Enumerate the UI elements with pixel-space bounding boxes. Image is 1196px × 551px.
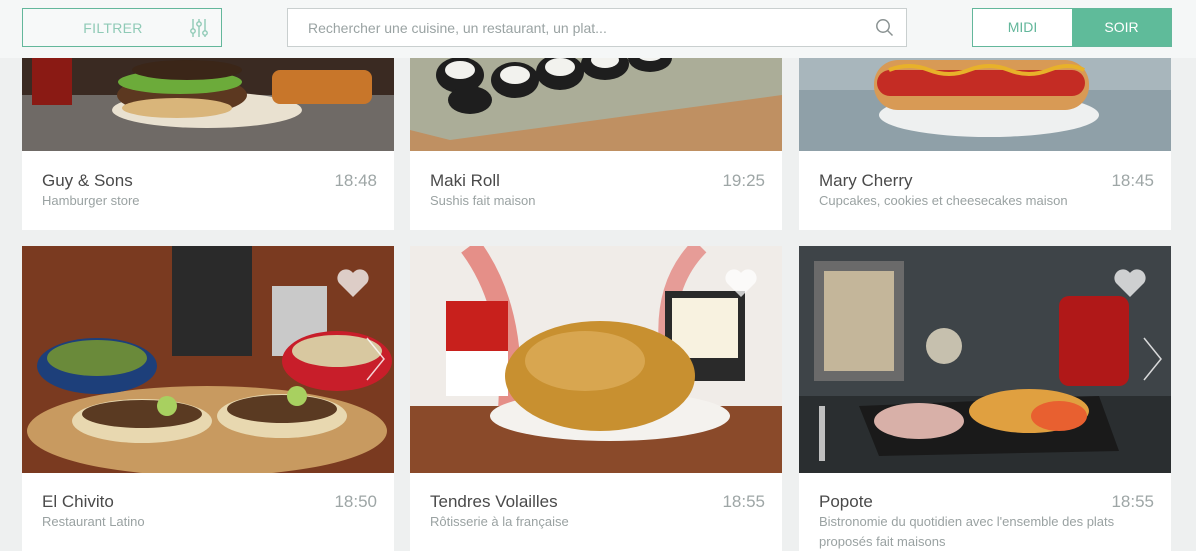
- delivery-time: 18:50: [334, 492, 377, 511]
- restaurant-card[interactable]: Popote 18:55 Bistronomie du quotidien av…: [799, 246, 1171, 551]
- chevron-right-icon[interactable]: [1141, 336, 1163, 382]
- filter-button[interactable]: FILTRER: [22, 8, 222, 47]
- soir-option[interactable]: SOIR: [1072, 9, 1171, 46]
- restaurant-name: Popote: [819, 492, 873, 511]
- heart-icon[interactable]: [336, 268, 370, 298]
- search-input[interactable]: [288, 9, 868, 46]
- chevron-right-icon[interactable]: [364, 336, 386, 382]
- restaurant-card[interactable]: El Chivito 18:50 Restaurant Latino: [22, 246, 394, 551]
- restaurant-name: Maki Roll: [430, 171, 500, 190]
- top-bar: FILTRER MIDI SOIR: [0, 0, 1196, 58]
- delivery-time: 18:55: [722, 492, 765, 511]
- restaurant-description: Cupcakes, cookies et cheesecakes maison: [819, 193, 1068, 208]
- restaurant-description: Restaurant Latino: [42, 514, 145, 529]
- restaurant-description: Bistronomie du quotidien avec l'ensemble…: [819, 514, 1115, 549]
- midi-option[interactable]: MIDI: [973, 9, 1072, 46]
- delivery-time: 18:55: [1111, 492, 1154, 511]
- filter-label: FILTRER: [83, 20, 143, 36]
- delivery-time: 18:45: [1111, 171, 1154, 190]
- restaurant-description: Hamburger store: [42, 193, 140, 208]
- restaurant-name: El Chivito: [42, 492, 114, 511]
- restaurant-description: Rôtisserie à la française: [430, 514, 569, 529]
- search-box: [287, 8, 907, 47]
- heart-icon[interactable]: [1113, 268, 1147, 298]
- sliders-icon: [190, 19, 208, 37]
- delivery-time: 18:48: [334, 171, 377, 190]
- restaurant-card[interactable]: Tendres Volailles 18:55 Rôtisserie à la …: [410, 246, 782, 551]
- restaurant-name: Mary Cherry: [819, 171, 913, 190]
- service-toggle: MIDI SOIR: [972, 8, 1172, 47]
- restaurant-name: Guy & Sons: [42, 171, 133, 190]
- restaurant-description: Sushis fait maison: [430, 193, 536, 208]
- delivery-time: 19:25: [722, 171, 765, 190]
- restaurant-name: Tendres Volailles: [430, 492, 558, 511]
- heart-icon[interactable]: [724, 268, 758, 298]
- search-icon[interactable]: [875, 18, 894, 37]
